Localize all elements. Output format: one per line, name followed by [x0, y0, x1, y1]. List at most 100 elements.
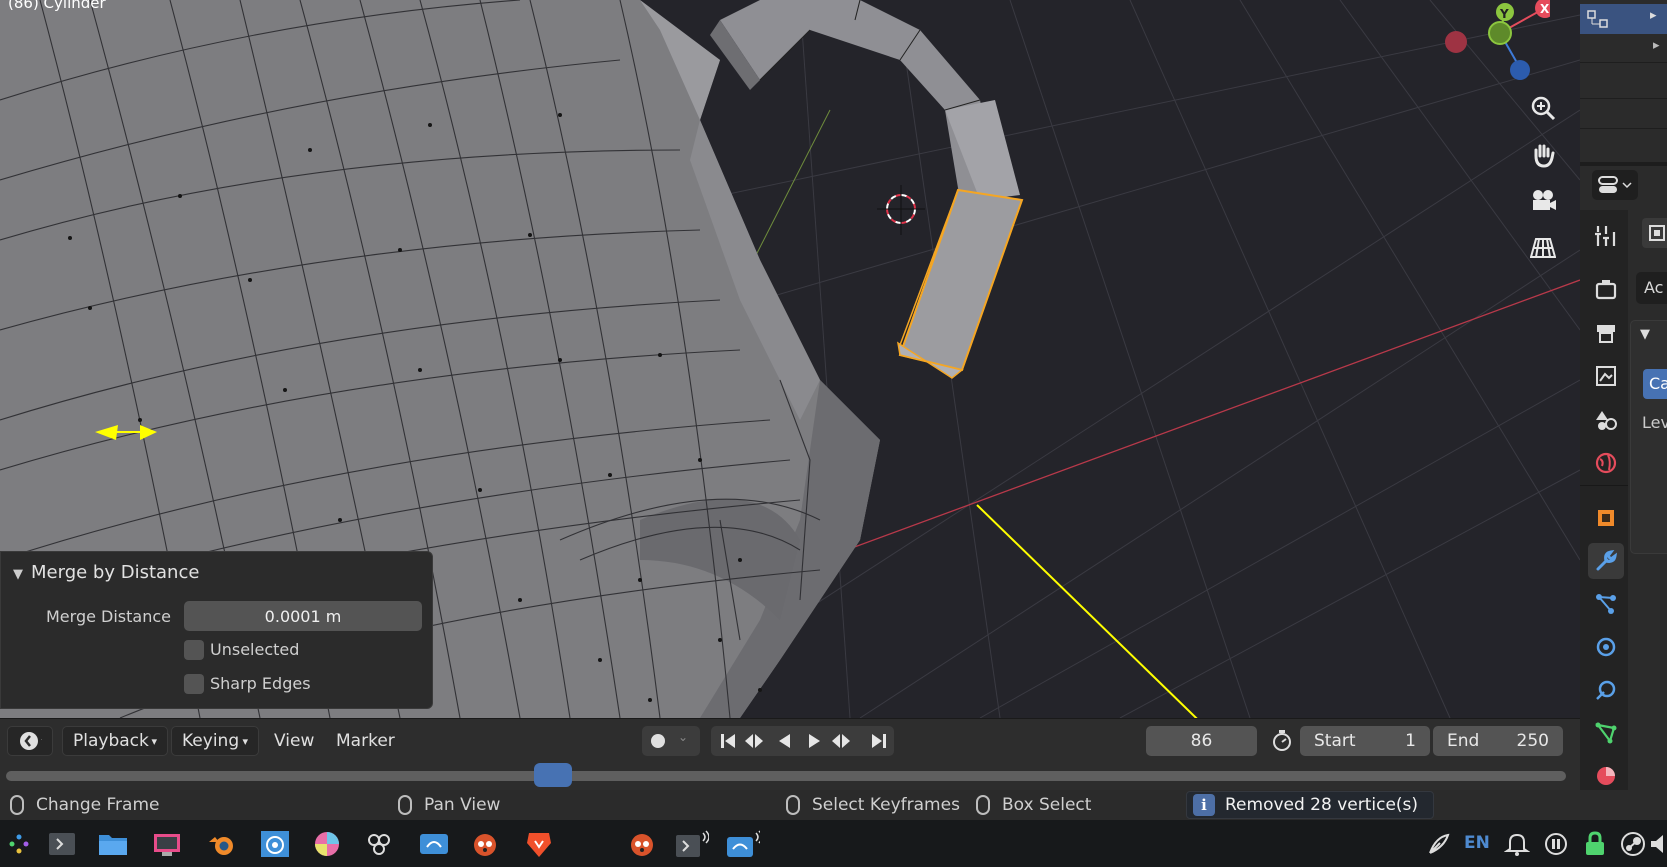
color-picker-icon[interactable] [310, 827, 344, 861]
render-tab-icon[interactable] [1588, 272, 1624, 308]
red-panda-app-icon[interactable] [625, 827, 659, 861]
svg-text:Y: Y [1499, 7, 1509, 21]
mouse-middle-icon [398, 795, 412, 815]
tool-tab-icon[interactable] [1588, 218, 1624, 254]
current-frame-field[interactable]: 86 [1146, 726, 1257, 756]
end-frame-value: 250 [1516, 731, 1549, 751]
collapse-arrow-icon[interactable]: ▼ [1640, 327, 1650, 342]
media-pause-icon[interactable] [1539, 827, 1573, 861]
outliner-selected-row[interactable]: ▸ [1580, 4, 1667, 34]
play-icon[interactable] [809, 734, 820, 748]
chevron-down-icon: ▾ [242, 734, 248, 748]
auto-keying-toggle[interactable]: ⌄ [642, 726, 700, 756]
view-menu[interactable]: View [266, 726, 322, 756]
navigation-gizmo[interactable]: Y X [1430, 0, 1550, 90]
mouse-left-icon [10, 795, 24, 815]
merge-by-distance-panel[interactable]: ▼ Merge by Distance Merge Distance 0.0001… [0, 551, 433, 709]
levels-label: Lev [1642, 413, 1667, 432]
panel-header[interactable]: ▼ Merge by Distance [13, 562, 199, 583]
expand-arrow-icon[interactable]: ▸ [1653, 38, 1660, 53]
modifier-mode-button[interactable]: Ca [1643, 369, 1667, 399]
chevron-down-icon: ▾ [151, 734, 157, 748]
status-hint-text: Select Keyframes [812, 795, 960, 815]
modifier-tab-icon[interactable] [1588, 543, 1624, 579]
playback-menu[interactable]: Playback ▾ [62, 726, 168, 756]
playback-menu-label: Playback [73, 731, 149, 751]
stopwatch-icon[interactable] [1266, 726, 1298, 756]
scrub-track[interactable] [6, 771, 1566, 781]
add-modifier-button[interactable]: Ac [1636, 272, 1667, 304]
status-bar: Change Frame Pan View Select Keyframes B… [0, 790, 1667, 820]
scene-tab-icon[interactable] [1588, 402, 1624, 438]
sharp-edges-checkbox[interactable] [184, 674, 204, 694]
prev-keyframe-icon[interactable] [745, 734, 763, 748]
screenshot-tool-icon[interactable] [150, 827, 184, 861]
terminal-icon[interactable] [675, 827, 709, 861]
playback-controls [711, 726, 894, 756]
settings-app-icon[interactable] [258, 827, 292, 861]
timeline-header: Playback ▾ Keying ▾ View Marker ⌄ 86 Start… [0, 718, 1580, 763]
constraints-tab-icon[interactable] [1588, 672, 1624, 708]
view-layer-tab-icon[interactable] [1588, 358, 1624, 394]
end-frame-field[interactable]: End 250 [1433, 726, 1563, 756]
marker-menu[interactable]: Marker [328, 726, 403, 756]
tablet-mode-icon[interactable] [1422, 827, 1456, 861]
properties-editor-strip: ▸ ▸ Ac ▼ Ca Lev [1580, 0, 1667, 790]
material-tab-icon[interactable] [1588, 758, 1624, 794]
unselected-checkbox[interactable] [184, 640, 204, 660]
mesh-object-icon [1587, 10, 1608, 28]
object-label: (86) Cylinder [8, 0, 106, 12]
timeline-scrubber[interactable] [0, 762, 1580, 790]
system-taskbar: EN [0, 820, 1667, 867]
world-tab-icon[interactable] [1588, 445, 1624, 481]
output-tab-icon[interactable] [1588, 315, 1624, 351]
brave-browser-icon[interactable] [522, 827, 556, 861]
end-frame-label: End [1447, 731, 1480, 751]
info-report[interactable]: i Removed 28 vertice(s) [1186, 791, 1434, 819]
start-frame-field[interactable]: Start 1 [1300, 726, 1430, 756]
camera-view-icon[interactable] [1527, 185, 1559, 217]
collapse-arrow-icon[interactable]: ▼ [13, 567, 23, 582]
speaker-icon[interactable] [1648, 827, 1666, 861]
particles-tab-icon[interactable] [1588, 586, 1624, 622]
expand-arrow-icon[interactable]: ▸ [1650, 8, 1657, 23]
status-hint-text: Change Frame [36, 795, 160, 815]
play-reverse-icon[interactable] [779, 734, 790, 748]
app-launcher-icon[interactable] [2, 827, 36, 861]
record-icon [651, 734, 665, 748]
davinci-icon[interactable] [362, 827, 396, 861]
modifier-panel: ▼ Ca Lev [1630, 320, 1667, 554]
status-hint-change-frame: Change Frame [10, 790, 159, 820]
file-manager-icon[interactable] [96, 827, 130, 861]
keying-menu-label: Keying [182, 731, 240, 751]
jump-start-icon[interactable] [721, 734, 735, 748]
keying-menu[interactable]: Keying ▾ [171, 726, 259, 756]
object-tab-icon[interactable] [1588, 500, 1624, 536]
report-text: Removed 28 vertice(s) [1225, 795, 1419, 815]
unselected-label: Unselected [210, 640, 300, 659]
blender-icon[interactable] [205, 827, 239, 861]
jump-end-icon[interactable] [872, 734, 886, 748]
fullscreen-toggle-icon[interactable] [1642, 218, 1667, 248]
notifications-bell-icon[interactable] [1500, 827, 1534, 861]
network-app-icon[interactable] [726, 827, 760, 861]
timeline-clock-icon [20, 732, 42, 750]
status-hint-box-select: Box Select [976, 790, 1091, 820]
physics-tab-icon[interactable] [1588, 629, 1624, 665]
playhead-handle[interactable] [534, 763, 572, 787]
zoom-icon[interactable] [1527, 92, 1559, 124]
sharp-edges-label: Sharp Edges [210, 674, 311, 693]
network-app-icon[interactable] [417, 827, 451, 861]
terminal-icon[interactable] [45, 827, 79, 861]
data-tab-icon[interactable] [1588, 715, 1624, 751]
perspective-grid-icon[interactable] [1527, 232, 1559, 264]
editor-type-dropdown[interactable] [1592, 170, 1638, 200]
editor-type-dropdown[interactable] [7, 726, 53, 756]
steam-icon[interactable] [1616, 827, 1650, 861]
password-manager-icon[interactable] [1578, 827, 1612, 861]
pan-hand-icon[interactable] [1527, 139, 1559, 171]
keyboard-language-indicator[interactable]: EN [1464, 833, 1490, 853]
red-panda-app-icon[interactable] [468, 827, 502, 861]
next-keyframe-icon[interactable] [832, 734, 850, 748]
merge-distance-field[interactable]: 0.0001 m [184, 601, 422, 631]
